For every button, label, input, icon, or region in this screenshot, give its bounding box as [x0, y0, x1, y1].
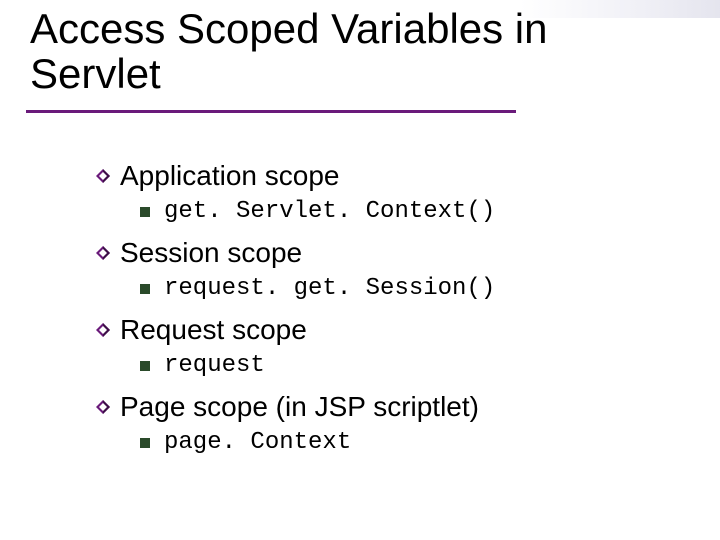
square-icon [140, 207, 150, 217]
diamond-icon [96, 169, 110, 183]
scope-code: request. get. Session() [164, 275, 495, 302]
diamond-icon [96, 246, 110, 260]
diamond-icon [96, 323, 110, 337]
scope-label: Session scope [120, 237, 302, 269]
scope-code: get. Servlet. Context() [164, 198, 495, 225]
scope-heading: Application scope [96, 160, 660, 192]
title-line-2: Servlet [30, 50, 161, 97]
square-icon [140, 284, 150, 294]
square-icon [140, 438, 150, 448]
scope-item-application: Application scope get. Servlet. Context(… [96, 160, 660, 225]
title-line-1: Access Scoped Variables in [30, 5, 548, 52]
scope-item-session: Session scope request. get. Session() [96, 237, 660, 302]
scope-item-request: Request scope request [96, 314, 660, 379]
scope-heading: Page scope (in JSP scriptlet) [96, 391, 660, 423]
scope-item-page: Page scope (in JSP scriptlet) page. Cont… [96, 391, 660, 456]
scope-heading: Request scope [96, 314, 660, 346]
scope-heading: Session scope [96, 237, 660, 269]
scope-code-line: request [140, 352, 660, 379]
corner-decoration [520, 0, 720, 18]
scope-code-line: page. Context [140, 429, 660, 456]
scope-code: page. Context [164, 429, 351, 456]
scope-code-line: get. Servlet. Context() [140, 198, 660, 225]
scope-label: Page scope (in JSP scriptlet) [120, 391, 479, 423]
scope-label: Application scope [120, 160, 339, 192]
scope-label: Request scope [120, 314, 307, 346]
square-icon [140, 361, 150, 371]
slide-body: Application scope get. Servlet. Context(… [96, 160, 660, 468]
scope-code-line: request. get. Session() [140, 275, 660, 302]
scope-code: request [164, 352, 265, 379]
diamond-icon [96, 400, 110, 414]
title-underline [26, 110, 516, 113]
slide: Access Scoped Variables in Servlet Appli… [0, 0, 720, 540]
slide-title: Access Scoped Variables in Servlet [30, 6, 548, 97]
